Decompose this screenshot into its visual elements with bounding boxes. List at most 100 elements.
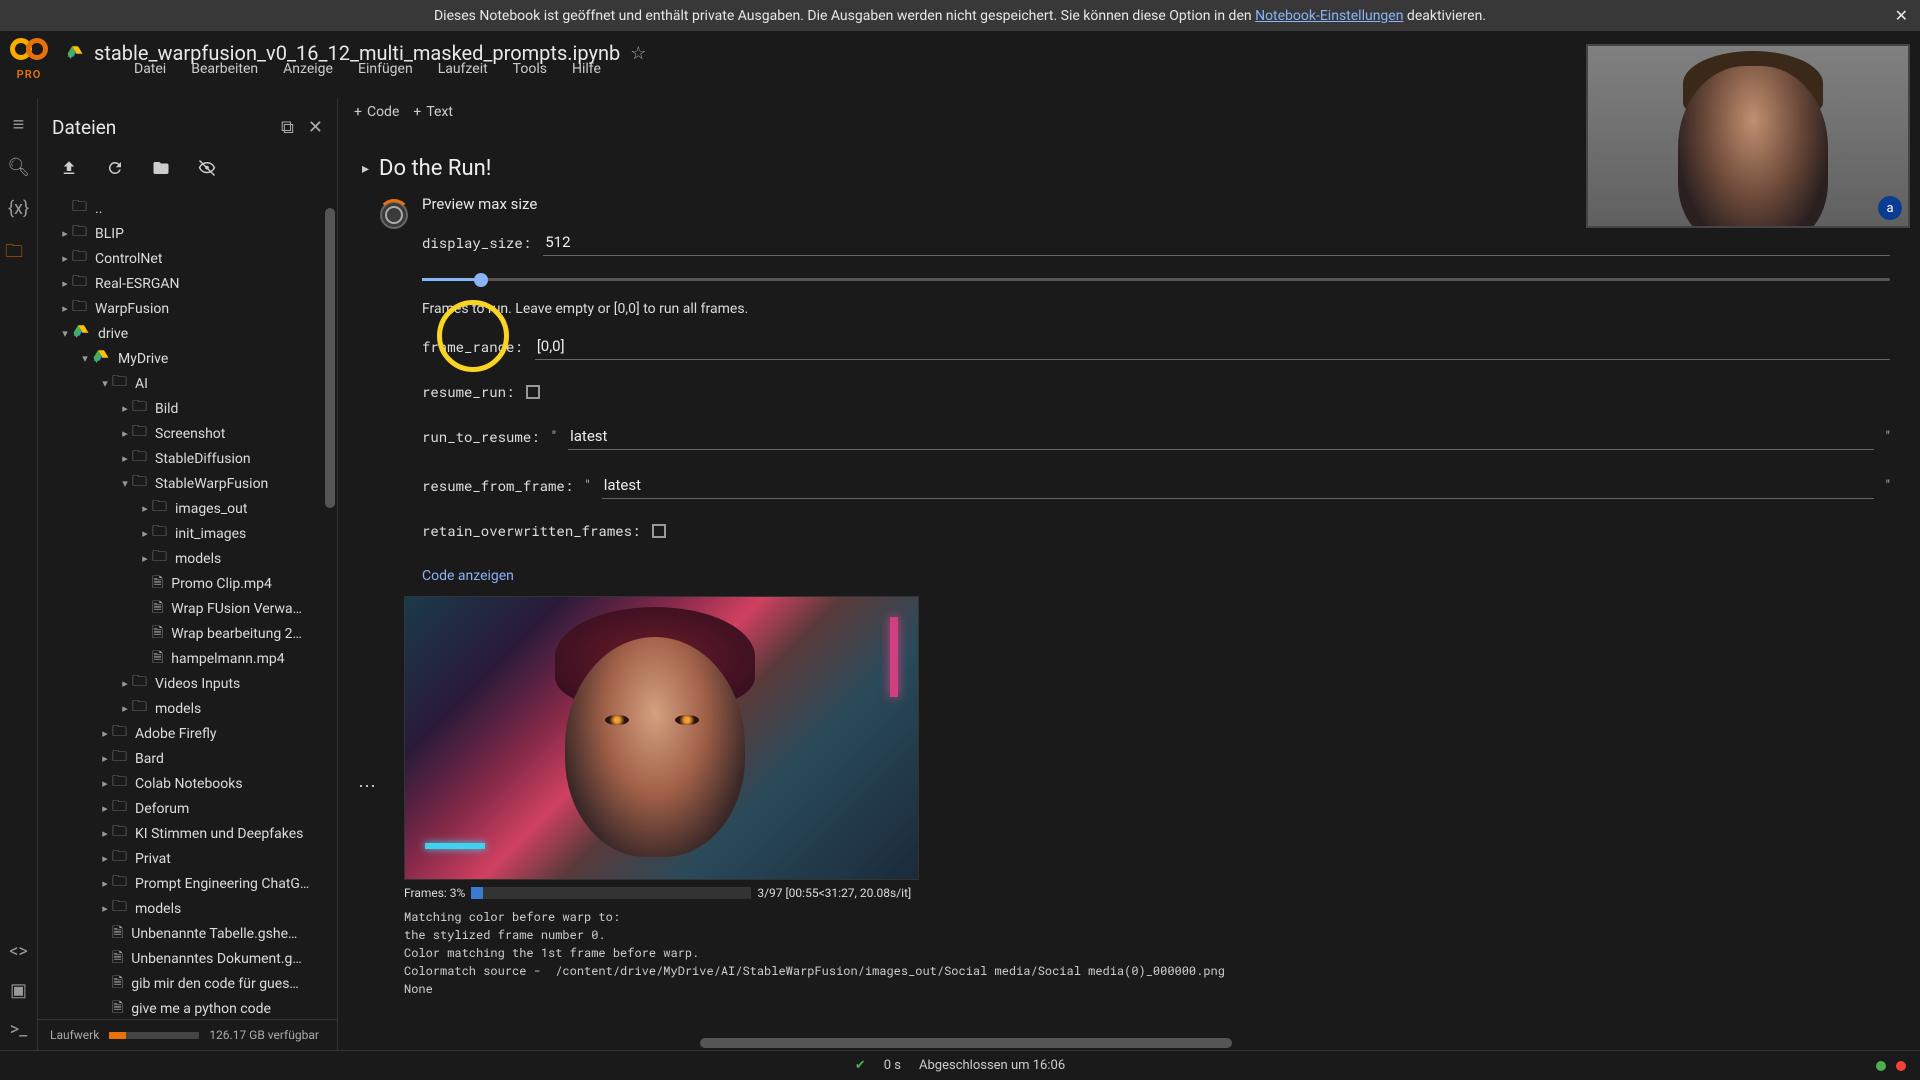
add-text-button[interactable]: +Text (413, 104, 453, 120)
expander-icon[interactable]: ▸ (58, 302, 72, 315)
expander-icon[interactable]: ▸ (98, 877, 112, 890)
folder-item[interactable]: ▸🗀images_out (38, 496, 337, 521)
file-item[interactable]: 🗎hampelmann.mp4 (38, 646, 337, 671)
folder-item[interactable]: ▸🗀Bard (38, 746, 337, 771)
menu-anzeige[interactable]: Anzeige (283, 61, 333, 77)
menu-bearbeiten[interactable]: Bearbeiten (191, 61, 258, 77)
display-size-input[interactable] (543, 229, 1890, 256)
folder-item[interactable]: ▾🗀AI (38, 371, 337, 396)
expander-icon[interactable]: ▸ (58, 227, 72, 240)
expander-icon[interactable]: ▸ (98, 727, 112, 740)
expander-icon[interactable]: ▾ (58, 327, 72, 340)
terminal-icon[interactable]: ▣ (10, 980, 27, 1001)
folder-item[interactable]: ▸🗀Prompt Engineering ChatG… (38, 871, 337, 896)
close-sidebar-icon[interactable]: ✕ (308, 117, 323, 138)
horizontal-scrollbar[interactable] (700, 1036, 1460, 1050)
search-icon[interactable]: 🔍︎ (7, 157, 30, 178)
hidden-files-icon[interactable] (198, 159, 216, 182)
menu-laufzeit[interactable]: Laufzeit (438, 61, 488, 77)
folder-item[interactable]: ▸🗀Adobe Firefly (38, 721, 337, 746)
run-to-resume-input[interactable] (568, 423, 1873, 450)
expander-icon[interactable]: ▸ (138, 502, 152, 515)
status-connected-icon[interactable] (1876, 1061, 1886, 1071)
expander-icon[interactable]: ▸ (118, 427, 132, 440)
folder-item[interactable]: ▸🗀StableDiffusion (38, 446, 337, 471)
expander-icon[interactable]: ▸ (58, 277, 72, 290)
frame-range-input[interactable] (535, 333, 1890, 360)
menu-hilfe[interactable]: Hilfe (572, 61, 601, 77)
folder-item[interactable]: ▸🗀BLIP (38, 221, 337, 246)
folder-item[interactable]: ▸🗀Deforum (38, 796, 337, 821)
file-tree[interactable]: 🗀..▸🗀BLIP▸🗀ControlNet▸🗀Real-ESRGAN▸🗀Warp… (38, 192, 337, 1019)
folder-item[interactable]: ▸🗀models (38, 546, 337, 571)
file-item[interactable]: 🗎Wrap FUsion Verwa… (38, 596, 337, 621)
expander-icon[interactable]: ▸ (118, 452, 132, 465)
add-code-button[interactable]: +Code (354, 104, 399, 120)
expander-icon[interactable]: ▸ (98, 827, 112, 840)
folder-item[interactable]: ▸🗀ControlNet (38, 246, 337, 271)
folder-item[interactable]: ▸🗀Videos Inputs (38, 671, 337, 696)
folder-item[interactable]: ▸🗀WarpFusion (38, 296, 337, 321)
folder-item[interactable]: 🗀.. (38, 196, 337, 221)
menu-datei[interactable]: Datei (134, 61, 166, 77)
caret-right-icon[interactable]: ▸ (362, 161, 369, 177)
expander-icon[interactable]: ▾ (78, 352, 92, 365)
upload-icon[interactable] (60, 159, 78, 182)
folder-item[interactable]: ▸🗀Bild (38, 396, 337, 421)
shell-icon[interactable]: >_ (10, 1019, 28, 1040)
tree-label: Wrap bearbeitung 2… (171, 626, 302, 642)
files-icon[interactable]: 🗀 (0, 239, 32, 269)
expander-icon[interactable]: ▸ (58, 252, 72, 265)
expander-icon[interactable]: ▸ (98, 802, 112, 815)
folder-item[interactable]: ▸🗀Screenshot (38, 421, 337, 446)
expander-icon[interactable]: ▸ (98, 752, 112, 765)
show-code-link[interactable]: Code anzeigen (422, 568, 514, 584)
expander-icon[interactable]: ▾ (118, 477, 132, 490)
expander-icon[interactable]: ▸ (118, 402, 132, 415)
expander-icon[interactable]: ▸ (118, 677, 132, 690)
folder-item[interactable]: ▸🗀Privat (38, 846, 337, 871)
more-icon[interactable]: ⋯ (358, 776, 376, 797)
run-cell-button[interactable] (380, 201, 408, 229)
expander-icon[interactable]: ▸ (138, 527, 152, 540)
file-item[interactable]: 🗎Unbenanntes Dokument.g… (38, 946, 337, 971)
expander-icon[interactable]: ▸ (98, 777, 112, 790)
resume-run-checkbox[interactable] (526, 385, 540, 399)
file-item[interactable]: 🗎Unbenannte Tabelle.gshe… (38, 921, 337, 946)
sidebar-title: Dateien (52, 116, 116, 139)
folder-item[interactable]: ▸🗀models (38, 896, 337, 921)
notebook-settings-link[interactable]: Notebook-Einstellungen (1255, 8, 1403, 24)
expander-icon[interactable]: ▸ (138, 552, 152, 565)
colab-logo[interactable]: PRO (10, 38, 48, 81)
menu-einfuegen[interactable]: Einfügen (358, 61, 413, 77)
menu-tools[interactable]: Tools (513, 61, 547, 77)
folder-item[interactable]: ▾MyDrive (38, 346, 337, 371)
status-error-icon[interactable] (1896, 1061, 1906, 1071)
mount-drive-icon[interactable] (152, 159, 170, 182)
file-item[interactable]: 🗎gib mir den code für gues… (38, 971, 337, 996)
new-window-icon[interactable]: ⧉ (281, 117, 294, 138)
file-item[interactable]: 🗎give me a python code (38, 996, 337, 1019)
folder-item[interactable]: ▾🗀StableWarpFusion (38, 471, 337, 496)
file-item[interactable]: 🗎Wrap bearbeitung 2… (38, 621, 337, 646)
variables-icon[interactable]: {x} (8, 198, 29, 219)
folder-item[interactable]: ▸🗀Colab Notebooks (38, 771, 337, 796)
retain-frames-checkbox[interactable] (652, 524, 666, 538)
tree-scrollbar[interactable] (323, 208, 337, 1020)
resume-from-frame-input[interactable] (602, 472, 1874, 499)
folder-item[interactable]: ▸🗀models (38, 696, 337, 721)
folder-item[interactable]: ▸🗀init_images (38, 521, 337, 546)
folder-item[interactable]: ▸🗀Real-ESRGAN (38, 271, 337, 296)
close-icon[interactable]: ✕ (1895, 6, 1908, 25)
file-item[interactable]: 🗎Promo Clip.mp4 (38, 571, 337, 596)
expander-icon[interactable]: ▸ (118, 702, 132, 715)
folder-item[interactable]: ▾drive (38, 321, 337, 346)
display-size-slider[interactable] (422, 278, 1890, 281)
refresh-icon[interactable] (106, 159, 124, 182)
folder-item[interactable]: ▸🗀KI Stimmen und Deepfakes (38, 821, 337, 846)
expander-icon[interactable]: ▸ (98, 902, 112, 915)
expander-icon[interactable]: ▸ (98, 852, 112, 865)
code-icon[interactable]: <> (9, 941, 28, 962)
menu-icon[interactable]: ≡ (13, 112, 25, 137)
expander-icon[interactable]: ▾ (98, 377, 112, 390)
